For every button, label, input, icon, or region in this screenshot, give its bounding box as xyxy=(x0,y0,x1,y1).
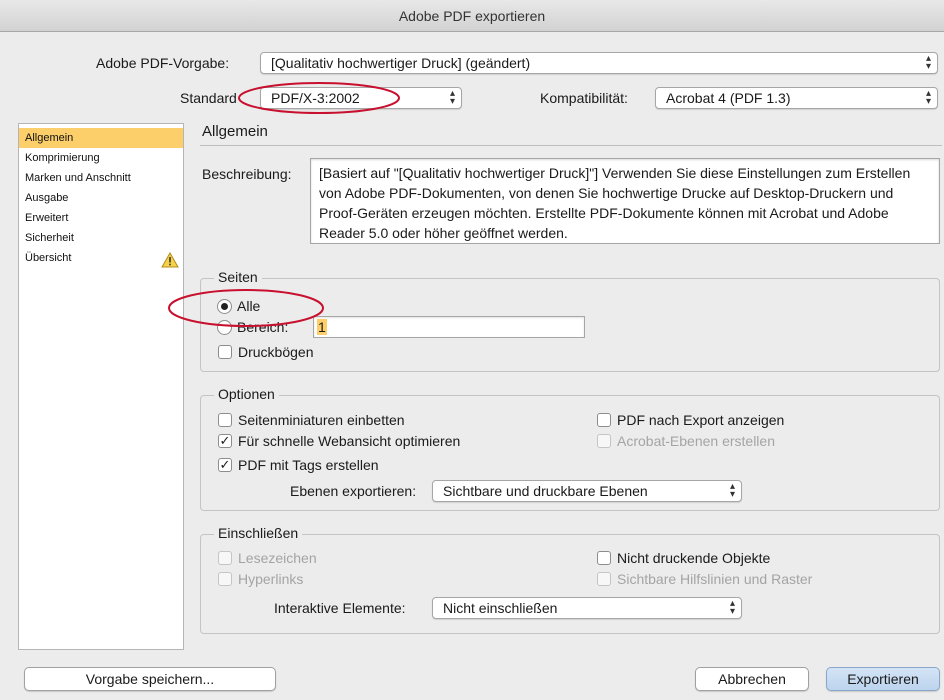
description-label: Beschreibung: xyxy=(202,166,292,182)
radio-selected-icon xyxy=(217,298,232,314)
pages-range-label: Bereich: xyxy=(237,319,289,335)
checkbox-empty-icon xyxy=(597,434,611,448)
interactive-value: Nicht einschließen xyxy=(443,600,558,616)
export-layers-label: Ebenen exportieren: xyxy=(290,483,417,499)
include-group-title: Einschließen xyxy=(214,525,303,541)
checkbox-empty-icon xyxy=(597,572,611,586)
section-divider xyxy=(200,145,942,146)
select-arrows-icon: ▴ ▾ xyxy=(925,88,931,107)
checkbox-empty-icon xyxy=(218,551,232,565)
standard-value: PDF/X-3:2002 xyxy=(271,90,360,106)
preset-label: Adobe PDF-Vorgabe: xyxy=(96,55,230,71)
checkbox-empty-icon xyxy=(218,572,232,586)
save-preset-button[interactable]: Vorgabe speichern... xyxy=(24,667,276,691)
category-sidebar: Allgemein Komprimierung Marken und Ansch… xyxy=(18,123,184,650)
guides-checkbox[interactable]: Sichtbare Hilfslinien und Raster xyxy=(597,571,812,587)
include-group xyxy=(200,534,940,634)
checkmark-icon: ✓ xyxy=(218,433,232,448)
preset-value: [Qualitativ hochwertiger Druck] (geänder… xyxy=(271,55,531,71)
thumbnails-checkbox[interactable]: Seitenminiaturen einbetten xyxy=(218,412,405,428)
pages-range-input[interactable]: 1 xyxy=(313,316,585,338)
select-arrows-icon: ▴ ▾ xyxy=(449,88,455,107)
fastweb-checkbox[interactable]: ✓ Für schnelle Webansicht optimieren xyxy=(218,433,460,449)
nonprinting-checkbox[interactable]: Nicht druckende Objekte xyxy=(597,550,770,566)
pages-all-radio[interactable]: Alle xyxy=(217,298,260,314)
checkmark-icon: ✓ xyxy=(218,457,232,472)
description-text[interactable]: [Basiert auf "[Qualitativ hochwertiger D… xyxy=(310,158,940,244)
options-group-title: Optionen xyxy=(214,386,279,402)
hyperlinks-label: Hyperlinks xyxy=(238,571,304,587)
export-button[interactable]: Exportieren xyxy=(826,667,940,691)
acrobat-layers-checkbox[interactable]: Acrobat-Ebenen erstellen xyxy=(597,433,775,449)
view-after-export-checkbox[interactable]: PDF nach Export anzeigen xyxy=(597,412,784,428)
pages-range-radio[interactable]: Bereich: xyxy=(217,319,288,335)
select-arrows-icon: ▴ ▾ xyxy=(925,53,931,72)
pages-all-label: Alle xyxy=(237,298,261,314)
compat-value: Acrobat 4 (PDF 1.3) xyxy=(666,90,791,106)
guides-label: Sichtbare Hilfslinien und Raster xyxy=(617,571,813,587)
thumbnails-label: Seitenminiaturen einbetten xyxy=(238,412,405,428)
sidebar-item-marken[interactable]: Marken und Anschnitt xyxy=(19,168,183,188)
acrobat-layers-label: Acrobat-Ebenen erstellen xyxy=(617,433,775,449)
tagged-pdf-checkbox[interactable]: ✓ PDF mit Tags erstellen xyxy=(218,457,379,473)
bookmarks-label: Lesezeichen xyxy=(238,550,317,566)
checkbox-empty-icon xyxy=(218,345,232,359)
checkbox-empty-icon xyxy=(218,413,232,427)
sidebar-item-allgemein[interactable]: Allgemein xyxy=(19,128,183,148)
export-layers-select[interactable]: Sichtbare und druckbare Ebenen ▴ ▾ xyxy=(432,480,742,502)
compat-label: Kompatibilität: xyxy=(540,90,628,106)
checkbox-empty-icon xyxy=(597,413,611,427)
sidebar-item-erweitert[interactable]: Erweitert xyxy=(19,208,183,228)
view-after-export-label: PDF nach Export anzeigen xyxy=(617,412,785,428)
interactive-select[interactable]: Nicht einschließen ▴ ▾ xyxy=(432,597,742,619)
spreads-checkbox[interactable]: Druckbögen xyxy=(218,344,314,360)
sidebar-item-uebersicht[interactable]: Übersicht xyxy=(19,248,183,268)
compat-select[interactable]: Acrobat 4 (PDF 1.3) ▴ ▾ xyxy=(655,87,938,109)
sidebar-item-ausgabe[interactable]: Ausgabe xyxy=(19,188,183,208)
pages-range-value: 1 xyxy=(317,319,327,335)
sidebar-item-komprimierung[interactable]: Komprimierung xyxy=(19,148,183,168)
select-arrows-icon: ▴ ▾ xyxy=(729,598,735,617)
checkbox-empty-icon xyxy=(597,551,611,565)
tagged-pdf-label: PDF mit Tags erstellen xyxy=(238,457,379,473)
spreads-label: Druckbögen xyxy=(238,344,314,360)
select-arrows-icon: ▴ ▾ xyxy=(729,481,735,500)
standard-select[interactable]: PDF/X-3:2002 ▴ ▾ xyxy=(260,87,462,109)
fastweb-label: Für schnelle Webansicht optimieren xyxy=(238,433,461,449)
interactive-label: Interaktive Elemente: xyxy=(274,600,406,616)
hyperlinks-checkbox[interactable]: Hyperlinks xyxy=(218,571,303,587)
preset-select[interactable]: [Qualitativ hochwertiger Druck] (geänder… xyxy=(260,52,938,74)
sidebar-item-sicherheit[interactable]: Sicherheit xyxy=(19,228,183,248)
warning-icon xyxy=(161,252,179,268)
section-title: Allgemein xyxy=(202,123,268,140)
nonprinting-label: Nicht druckende Objekte xyxy=(617,550,771,566)
pages-group-title: Seiten xyxy=(214,269,262,285)
window-title: Adobe PDF exportieren xyxy=(0,0,944,32)
bookmarks-checkbox[interactable]: Lesezeichen xyxy=(218,550,317,566)
export-layers-value: Sichtbare und druckbare Ebenen xyxy=(443,483,648,499)
cancel-button[interactable]: Abbrechen xyxy=(695,667,809,691)
radio-empty-icon xyxy=(217,319,232,335)
standard-label: Standard xyxy=(180,90,237,106)
